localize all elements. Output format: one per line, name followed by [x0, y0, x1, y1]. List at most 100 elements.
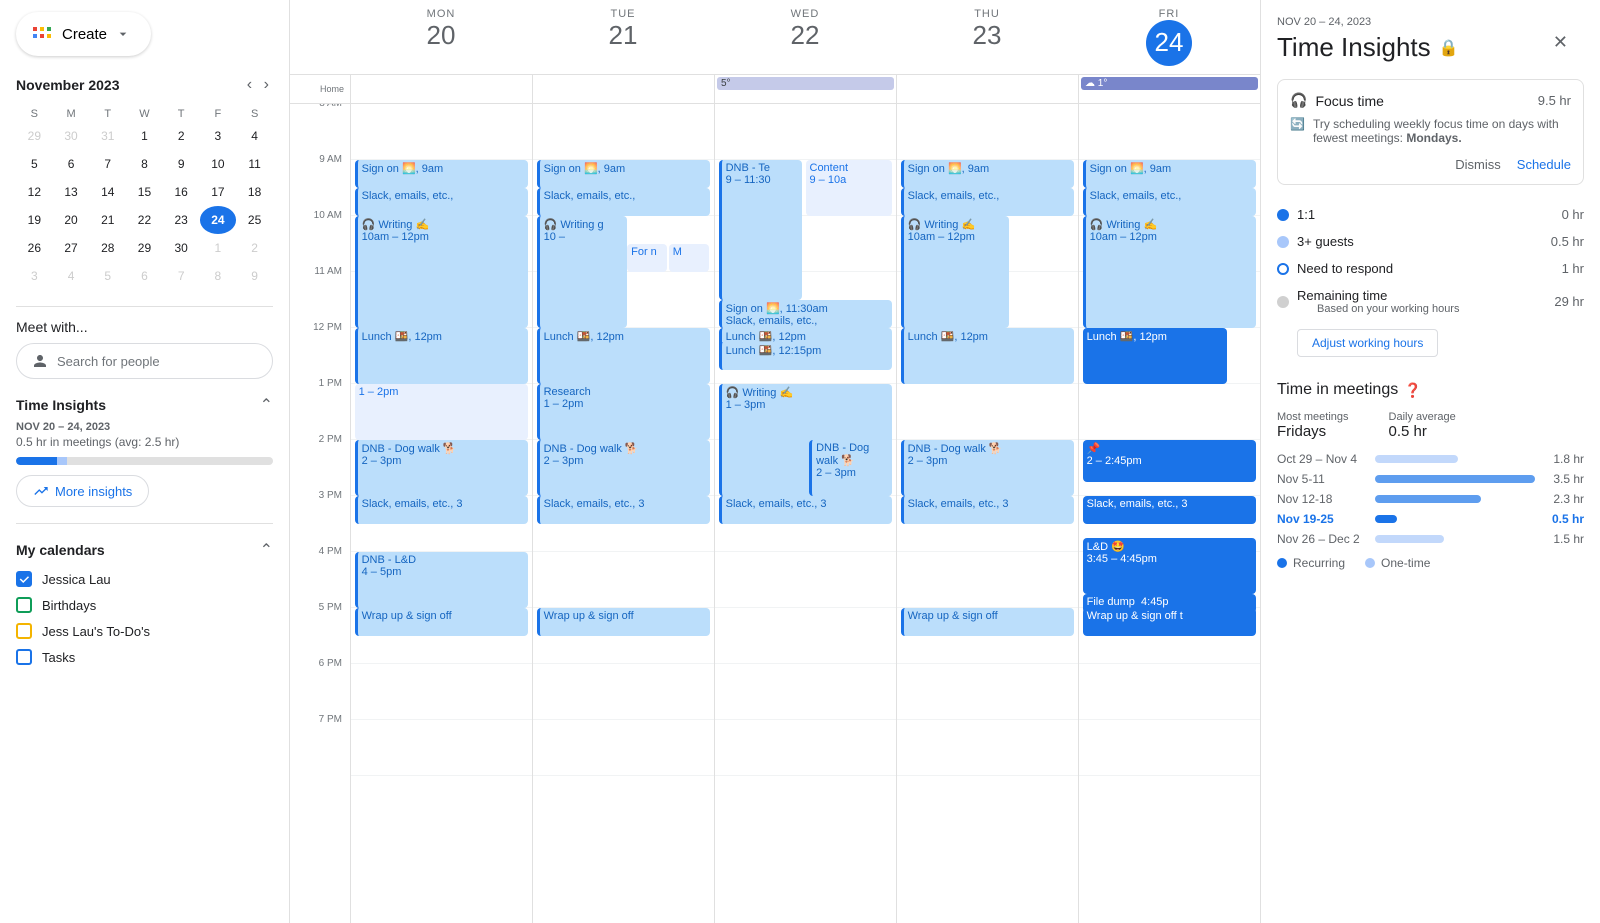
mini-cal-day[interactable]: 4	[236, 122, 273, 150]
mini-cal-day[interactable]: 27	[53, 234, 90, 262]
mini-cal-day[interactable]: 23	[163, 206, 200, 234]
calendar-event[interactable]: Slack, emails, etc., 3	[1083, 496, 1257, 524]
mini-cal-day[interactable]: 15	[126, 178, 163, 206]
mini-cal-day[interactable]: 17	[200, 178, 237, 206]
adjust-working-hours-button[interactable]: Adjust working hours	[1297, 329, 1438, 357]
mini-cal-day[interactable]: 22	[126, 206, 163, 234]
mini-cal-day[interactable]: 10	[200, 150, 237, 178]
mini-cal-day[interactable]: 4	[53, 262, 90, 290]
all-day-event-wed[interactable]: 5°	[717, 77, 894, 90]
calendar-event[interactable]: Wrap up & sign off	[537, 608, 711, 636]
calendar-event[interactable]: Lunch 🍱, 12:15pm	[719, 342, 893, 370]
calendar-event[interactable]: 1 – 2pm	[355, 384, 529, 440]
calendar-event[interactable]: Wrap up & sign off t	[1083, 608, 1257, 636]
mini-cal-day[interactable]: 25	[236, 206, 273, 234]
calendar-event[interactable]: Wrap up & sign off	[901, 608, 1075, 636]
mini-cal-day[interactable]: 9	[236, 262, 273, 290]
schedule-button[interactable]: Schedule	[1517, 157, 1571, 172]
mini-cal-day[interactable]: 8	[126, 150, 163, 178]
mini-cal-day[interactable]: 11	[236, 150, 273, 178]
mini-cal-next[interactable]: ›	[260, 72, 273, 98]
mini-cal-day[interactable]: 7	[89, 150, 126, 178]
mini-cal-day[interactable]: 7	[163, 262, 200, 290]
calendar-event[interactable]: DNB - Dog walk 🐕 2 – 3pm	[901, 440, 1075, 496]
calendar-event[interactable]: Slack, emails, etc., 3	[537, 496, 711, 524]
calendar-event[interactable]: Sign on 🌅, 9am	[355, 160, 529, 188]
calendar-event[interactable]: Sign on 🌅, 9am	[537, 160, 711, 188]
day-number[interactable]: 24	[1146, 20, 1192, 66]
calendar-event[interactable]: For n	[627, 244, 667, 272]
calendar-event[interactable]: DNB - Dog walk 🐕 2 – 3pm	[809, 440, 892, 496]
calendar-event[interactable]: L&D 🤩 3:45 – 4:45pm	[1083, 538, 1257, 594]
mini-cal-day[interactable]: 5	[16, 150, 53, 178]
mini-cal-day[interactable]: 2	[236, 234, 273, 262]
mini-cal-day[interactable]: 29	[126, 234, 163, 262]
mini-cal-day[interactable]: 6	[126, 262, 163, 290]
calendar-event[interactable]: Slack, emails, etc.,	[537, 188, 711, 216]
all-day-event-fri[interactable]: ☁ 1°	[1081, 77, 1258, 90]
calendar-event[interactable]: Slack, emails, etc., 3	[901, 496, 1075, 524]
close-button[interactable]: ✕	[1553, 32, 1568, 53]
my-calendars-collapse[interactable]: ⌃	[260, 540, 273, 560]
mini-cal-day[interactable]: 1	[126, 122, 163, 150]
time-insights-collapse[interactable]: ⌃	[260, 395, 273, 415]
mini-cal-day[interactable]: 6	[53, 150, 90, 178]
calendar-item[interactable]: Jessica Lau	[16, 566, 273, 592]
mini-cal-day[interactable]: 12	[16, 178, 53, 206]
calendar-event[interactable]: M	[669, 244, 709, 272]
mini-cal-prev[interactable]: ‹	[243, 72, 256, 98]
mini-cal-day[interactable]: 31	[89, 122, 126, 150]
mini-cal-day[interactable]: 9	[163, 150, 200, 178]
calendar-event[interactable]: Lunch 🍱, 12pm	[355, 328, 529, 384]
calendar-item[interactable]: Tasks	[16, 644, 273, 670]
mini-cal-day[interactable]: 1	[200, 234, 237, 262]
mini-cal-day[interactable]: 20	[53, 206, 90, 234]
mini-cal-day[interactable]: 3	[16, 262, 53, 290]
calendar-event[interactable]: Slack, emails, etc.,	[355, 188, 529, 216]
calendar-event[interactable]: Research 1 – 2pm	[537, 384, 711, 440]
calendar-event[interactable]: 🎧 Writing ✍️ 10am – 12pm	[355, 216, 529, 328]
calendar-event[interactable]: Slack, emails, etc.,	[901, 188, 1075, 216]
mini-cal-day[interactable]: 24	[200, 206, 237, 234]
calendar-item[interactable]: Birthdays	[16, 592, 273, 618]
calendar-event[interactable]: 🎧 Writing ✍️ 10am – 12pm	[1083, 216, 1257, 328]
mini-cal-day[interactable]: 28	[89, 234, 126, 262]
day-number[interactable]: 23	[973, 20, 1002, 51]
mini-cal-day[interactable]: 2	[163, 122, 200, 150]
mini-cal-day[interactable]: 16	[163, 178, 200, 206]
day-number[interactable]: 20	[427, 20, 456, 51]
calendar-event[interactable]: DNB - Te 9 – 11:30	[719, 160, 802, 300]
calendar-event[interactable]: DNB - Dog walk 🐕 2 – 3pm	[355, 440, 529, 496]
calendar-event[interactable]: Sign on 🌅, 11:30am Slack, emails, etc.,	[719, 300, 893, 328]
mini-cal-day[interactable]: 19	[16, 206, 53, 234]
calendar-event[interactable]: Sign on 🌅, 9am	[901, 160, 1075, 188]
mini-cal-day[interactable]: 8	[200, 262, 237, 290]
mini-cal-day[interactable]: 13	[53, 178, 90, 206]
mini-cal-day[interactable]: 29	[16, 122, 53, 150]
calendar-event[interactable]: 🎧 Writing ✍️ 10am – 12pm	[901, 216, 1010, 328]
search-people-button[interactable]: Search for people	[16, 343, 273, 379]
mini-cal-day[interactable]: 14	[89, 178, 126, 206]
calendar-event[interactable]: Sign on 🌅, 9am	[1083, 160, 1257, 188]
day-number[interactable]: 21	[609, 20, 638, 51]
calendar-item[interactable]: Jess Lau's To-Do's	[16, 618, 273, 644]
create-button[interactable]: Create	[16, 12, 151, 56]
calendar-event[interactable]: Lunch 🍱, 12pm	[1083, 328, 1228, 384]
mini-cal-day[interactable]: 30	[53, 122, 90, 150]
mini-cal-day[interactable]: 21	[89, 206, 126, 234]
calendar-event[interactable]: 🎧 Writing g 10 –	[537, 216, 628, 328]
calendar-event[interactable]: Wrap up & sign off	[355, 608, 529, 636]
calendar-event[interactable]: Slack, emails, etc., 3	[355, 496, 529, 524]
calendar-event[interactable]: Lunch 🍱, 12pm	[901, 328, 1075, 384]
mini-cal-day[interactable]: 5	[89, 262, 126, 290]
mini-cal-day[interactable]: 18	[236, 178, 273, 206]
mini-cal-day[interactable]: 3	[200, 122, 237, 150]
calendar-event[interactable]: Slack, emails, etc.,	[1083, 188, 1257, 216]
mini-cal-day[interactable]: 26	[16, 234, 53, 262]
calendar-event[interactable]: Lunch 🍱, 12pm	[537, 328, 711, 384]
more-insights-button[interactable]: More insights	[16, 475, 149, 507]
day-number[interactable]: 22	[791, 20, 820, 51]
mini-cal-day[interactable]: 30	[163, 234, 200, 262]
dismiss-button[interactable]: Dismiss	[1455, 157, 1501, 172]
calendar-event[interactable]: Content 9 – 10a	[806, 160, 893, 216]
